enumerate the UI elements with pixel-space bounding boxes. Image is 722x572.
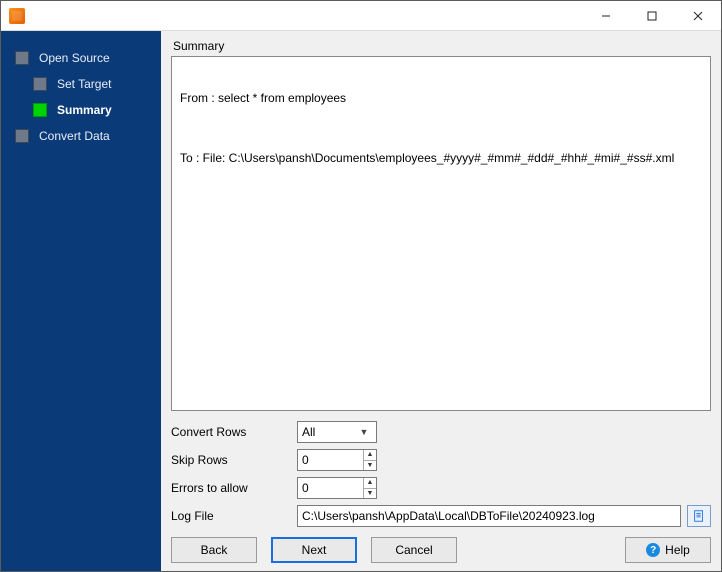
app-icon xyxy=(9,8,25,24)
skip-rows-label: Skip Rows xyxy=(171,453,291,467)
step-marker-icon xyxy=(15,129,29,143)
cancel-button-label: Cancel xyxy=(395,543,432,557)
logfile-label: Log File xyxy=(171,509,291,523)
titlebar xyxy=(1,1,721,31)
errors-allow-label: Errors to allow xyxy=(171,481,291,495)
convert-rows-value: All xyxy=(302,425,356,439)
summary-to-line: To : File: C:\Users\pansh\Documents\empl… xyxy=(180,151,702,165)
minimize-icon xyxy=(601,11,611,21)
errors-allow-input[interactable] xyxy=(298,478,363,498)
stepper-down-icon[interactable]: ▼ xyxy=(364,461,376,471)
step-marker-icon xyxy=(33,103,47,117)
step-convert-data[interactable]: Convert Data xyxy=(1,123,161,149)
convert-rows-label: Convert Rows xyxy=(171,425,291,439)
step-open-source[interactable]: Open Source xyxy=(1,45,161,71)
summary-heading: Summary xyxy=(173,39,709,53)
summary-textbox[interactable]: From : select * from employees To : File… xyxy=(171,56,711,411)
wizard-button-bar: Back Next Cancel ? Help xyxy=(171,537,711,563)
close-button[interactable] xyxy=(675,1,721,31)
summary-from-line: From : select * from employees xyxy=(180,91,702,105)
cancel-button[interactable]: Cancel xyxy=(371,537,457,563)
logfile-input[interactable] xyxy=(297,505,681,527)
step-label: Convert Data xyxy=(39,129,110,143)
next-button[interactable]: Next xyxy=(271,537,357,563)
skip-rows-input[interactable] xyxy=(298,450,363,470)
back-button[interactable]: Back xyxy=(171,537,257,563)
stepper-down-icon[interactable]: ▼ xyxy=(364,489,376,499)
app-window: Open Source Set Target Summary Convert D… xyxy=(0,0,722,572)
skip-rows-stepper[interactable]: ▲ ▼ xyxy=(297,449,377,471)
help-button[interactable]: ? Help xyxy=(625,537,711,563)
chevron-down-icon: ▼ xyxy=(356,422,372,442)
step-label: Set Target xyxy=(57,77,111,91)
step-label: Summary xyxy=(57,103,112,117)
options-form: Convert Rows All ▼ Skip Rows ▲ ▼ xyxy=(171,421,711,527)
errors-allow-stepper[interactable]: ▲ ▼ xyxy=(297,477,377,499)
close-icon xyxy=(693,11,703,21)
step-set-target[interactable]: Set Target xyxy=(1,71,161,97)
step-label: Open Source xyxy=(39,51,110,65)
maximize-button[interactable] xyxy=(629,1,675,31)
logfile-browse-button[interactable] xyxy=(687,505,711,527)
convert-rows-select[interactable]: All ▼ xyxy=(297,421,377,443)
step-marker-icon xyxy=(15,51,29,65)
back-button-label: Back xyxy=(201,543,228,557)
maximize-icon xyxy=(647,11,657,21)
minimize-button[interactable] xyxy=(583,1,629,31)
wizard-sidebar: Open Source Set Target Summary Convert D… xyxy=(1,31,161,571)
step-summary[interactable]: Summary xyxy=(1,97,161,123)
main-panel: Summary From : select * from employees T… xyxy=(161,31,721,571)
stepper-up-icon[interactable]: ▲ xyxy=(364,450,376,461)
next-button-label: Next xyxy=(302,543,327,557)
help-button-label: Help xyxy=(665,543,690,557)
step-marker-icon xyxy=(33,77,47,91)
stepper-up-icon[interactable]: ▲ xyxy=(364,478,376,489)
document-icon xyxy=(692,509,706,523)
help-icon: ? xyxy=(646,543,660,557)
